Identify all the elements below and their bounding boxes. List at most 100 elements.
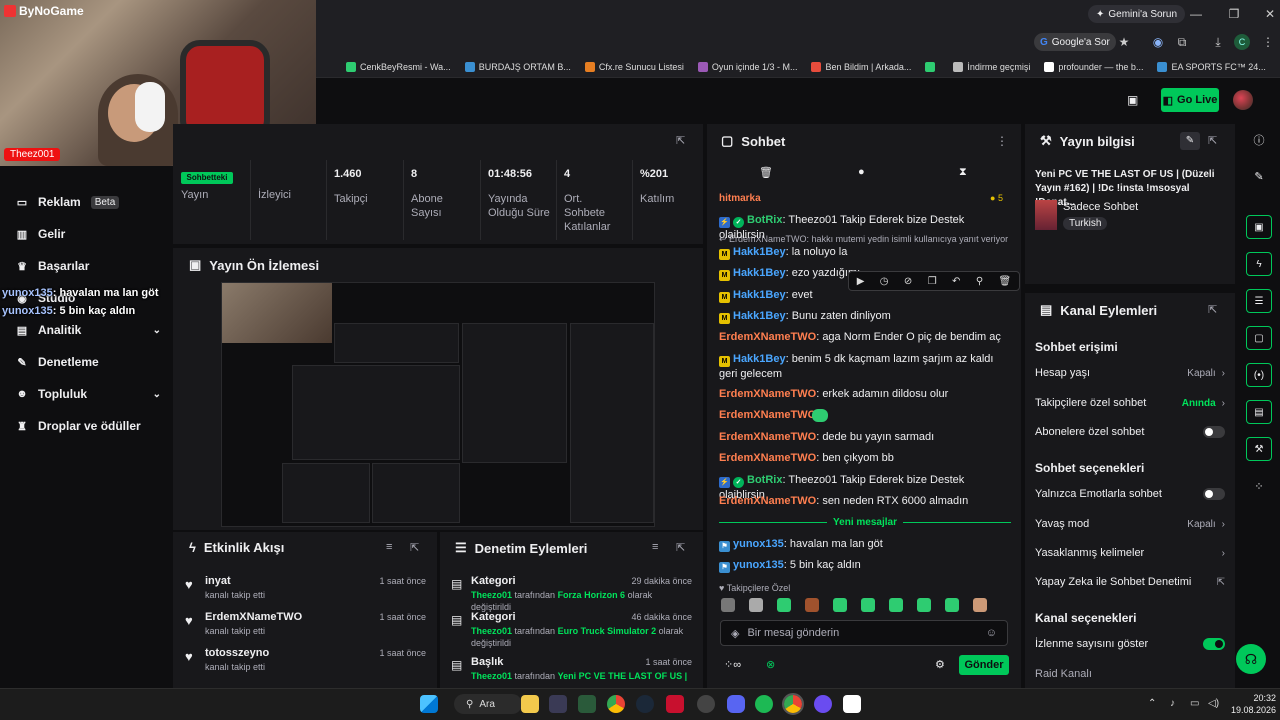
- raid-row[interactable]: Raid Kanalı: [1035, 668, 1225, 680]
- chevron-down-icon[interactable]: ⌄: [153, 389, 161, 400]
- copy-icon[interactable]: ❐: [928, 276, 937, 287]
- sidebar-item-analytics[interactable]: ▤ Analitik ⌄: [16, 320, 161, 340]
- reply-icon[interactable]: ↶: [952, 276, 960, 287]
- chat-message[interactable]: ErdemXNameTWO:: [719, 408, 1011, 422]
- camera-icon[interactable]: ▣: [1127, 93, 1143, 107]
- chat-message[interactable]: ⚡ ✓ BotRix: Theezo01 Takip Ederek bize Des…: [719, 213, 1011, 242]
- emote-icon[interactable]: [777, 598, 791, 612]
- taskbar-clock[interactable]: 20:32 19.08.2026: [1222, 692, 1276, 716]
- account-age-row[interactable]: Hesap yaşı Kapalı ›: [1035, 367, 1225, 379]
- chat-username[interactable]: Hakk1Bey: [733, 246, 786, 258]
- emote-only-row[interactable]: Yalnızca Emotlarla sohbet: [1035, 488, 1225, 500]
- sidebar-item-megaphone[interactable]: ▭ Reklam Beta: [16, 192, 161, 212]
- chat-username[interactable]: Hakk1Bey: [733, 289, 786, 301]
- sidebar-item-revenue[interactable]: ▥ Gelir: [16, 224, 161, 244]
- rail-moderation-icon[interactable]: ▤: [1246, 400, 1272, 424]
- popout-icon[interactable]: ⇱: [1208, 134, 1217, 147]
- menu-icon[interactable]: ⋮: [1260, 34, 1276, 50]
- extensions-icon[interactable]: ⧉: [1174, 34, 1190, 50]
- chat-message[interactable]: ⚑ yunox135: havalan ma lan göt: [719, 537, 1011, 552]
- emote-only-toggle[interactable]: [1203, 488, 1225, 500]
- timeout-icon[interactable]: ◷: [880, 276, 889, 287]
- settings-icon[interactable]: ⚙: [935, 658, 945, 671]
- actor-name[interactable]: Theezo01: [471, 590, 512, 600]
- emote-icon[interactable]: [973, 598, 987, 612]
- subs-only-row[interactable]: Abonelere özel sohbet: [1035, 426, 1225, 438]
- rail-wrench-icon[interactable]: ⚒: [1246, 437, 1272, 461]
- discord-icon[interactable]: [727, 695, 745, 713]
- chat-message[interactable]: M Hakk1Bey: la noluyo la: [719, 245, 1011, 260]
- info-icon[interactable]: ⓘ: [1250, 132, 1268, 150]
- start-icon[interactable]: [420, 695, 438, 713]
- chat-message[interactable]: M Hakk1Bey: Bunu zaten dinliyom: [719, 309, 1011, 324]
- chevron-down-icon[interactable]: ⌄: [153, 325, 161, 336]
- extension-circle-icon[interactable]: ◉: [1150, 34, 1166, 50]
- chrome-icon[interactable]: [607, 695, 625, 713]
- ban-icon[interactable]: ⊘: [904, 276, 912, 287]
- chat-username[interactable]: Hakk1Bey: [733, 267, 786, 279]
- event-user[interactable]: ErdemXNameTWO: [205, 611, 302, 623]
- emote-icon[interactable]: [721, 598, 735, 612]
- bookmark-item[interactable]: BURDAJŞ ORTAM B...: [464, 61, 571, 72]
- popout-icon[interactable]: ⇱: [676, 134, 685, 147]
- chat-username[interactable]: yunox135: [733, 538, 784, 550]
- emote-icon[interactable]: [749, 598, 763, 612]
- chat-username[interactable]: ErdemXNameTWO: [719, 388, 816, 400]
- chat-username[interactable]: BotRix: [747, 474, 782, 486]
- chat-message[interactable]: ⚑ yunox135: 5 bin kaç aldın: [719, 558, 1011, 573]
- chrome-active-icon[interactable]: [782, 693, 804, 715]
- popout-icon[interactable]: ⇱: [676, 541, 685, 554]
- play-icon[interactable]: ▶: [857, 276, 865, 287]
- chat-username[interactable]: BotRix: [747, 214, 782, 226]
- app-icon-g[interactable]: [549, 695, 567, 713]
- chat-username[interactable]: ErdemXNameTWO: [719, 452, 816, 464]
- ai-moderation-row[interactable]: Yapay Zeka ile Sohbet Denetimi ⇱: [1035, 576, 1225, 588]
- app-icon-purple[interactable]: [814, 695, 832, 713]
- event-user[interactable]: inyat: [205, 575, 231, 587]
- steam-icon[interactable]: [636, 695, 654, 713]
- address-bar[interactable]: [316, 28, 1280, 56]
- chat-message[interactable]: ErdemXNameTWO: sen neden RTX 6000 almadı…: [719, 494, 1011, 508]
- banned-words-row[interactable]: Yasaklanmış kelimeler ›: [1035, 547, 1225, 559]
- bookmark-item[interactable]: EA SPORTS FC™ 24...: [1157, 61, 1266, 72]
- viewer-count-toggle[interactable]: [1203, 638, 1225, 650]
- hourglass-icon[interactable]: ⧗: [959, 166, 967, 179]
- emote-icon[interactable]: [833, 598, 847, 612]
- bookmark-item[interactable]: Cfx.re Sunucu Listesi: [584, 61, 684, 72]
- sidebar-item-drops[interactable]: ♜ Droplar ve ödüller: [16, 416, 161, 436]
- chat-message[interactable]: ErdemXNameTWO: ben çıkyom bb: [719, 451, 1011, 465]
- edit-icon[interactable]: ✎: [1180, 132, 1200, 150]
- chat-filter-icon[interactable]: ●: [858, 166, 865, 178]
- bookmark-item[interactable]: Ben Bildim | Arkada...: [811, 61, 911, 72]
- xbox-icon[interactable]: ⊗: [766, 658, 775, 671]
- bookmark-item[interactable]: Oyun içinde 1/3 - M...: [697, 61, 797, 72]
- star-icon[interactable]: ★: [1116, 34, 1132, 50]
- viewer-count-row[interactable]: İzlenme sayısını göster: [1035, 638, 1225, 650]
- chat-message[interactable]: M Hakk1Bey: benim 5 dk kaçmam lazım şarjı…: [719, 352, 1011, 381]
- bookmark-item[interactable]: CenkBeyResmi - Wa...: [346, 61, 451, 72]
- popout-icon[interactable]: ⇱: [410, 541, 419, 554]
- filter-icon[interactable]: ≡: [386, 541, 392, 553]
- taskbar-search[interactable]: ⚲ Ara: [454, 694, 522, 714]
- rail-chat-icon[interactable]: ▢: [1246, 326, 1272, 350]
- profile-avatar[interactable]: C: [1234, 34, 1250, 50]
- tag-badge[interactable]: Turkish: [1063, 217, 1108, 230]
- chat-username[interactable]: ErdemXNameTWO: [719, 331, 816, 343]
- chat-message[interactable]: ErdemXNameTWO: aga Norm Ender O piç de b…: [719, 330, 1011, 344]
- followers-only-row[interactable]: Takipçilere özel sohbet Anında ›: [1035, 397, 1225, 409]
- more-options-icon[interactable]: ⋮: [996, 134, 1008, 148]
- rail-broadcast-icon[interactable]: (•): [1246, 363, 1272, 387]
- google-lens-button[interactable]: G Google'a Sor: [1034, 33, 1116, 51]
- bookmark-item[interactable]: profounder — the b...: [1044, 61, 1143, 72]
- chat-username[interactable]: Hakk1Bey: [733, 353, 786, 365]
- spotify-icon[interactable]: [755, 695, 773, 713]
- emote-icon[interactable]: [889, 598, 903, 612]
- chat-message[interactable]: ErdemXNameTWO: erkek adamın dildosu olur: [719, 387, 1011, 401]
- app-icon-ndi[interactable]: [843, 695, 861, 713]
- maximize-icon[interactable]: ❐: [1226, 6, 1242, 22]
- trash-icon[interactable]: 🗑︎: [759, 166, 773, 179]
- sidebar-item-moderation[interactable]: ✎ Denetleme: [16, 352, 161, 372]
- chat-input[interactable]: ◈ Bir mesaj gönderin ☺: [720, 620, 1008, 646]
- rail-points-icon[interactable]: ⁘: [1250, 478, 1268, 496]
- file-explorer-icon[interactable]: [521, 695, 539, 713]
